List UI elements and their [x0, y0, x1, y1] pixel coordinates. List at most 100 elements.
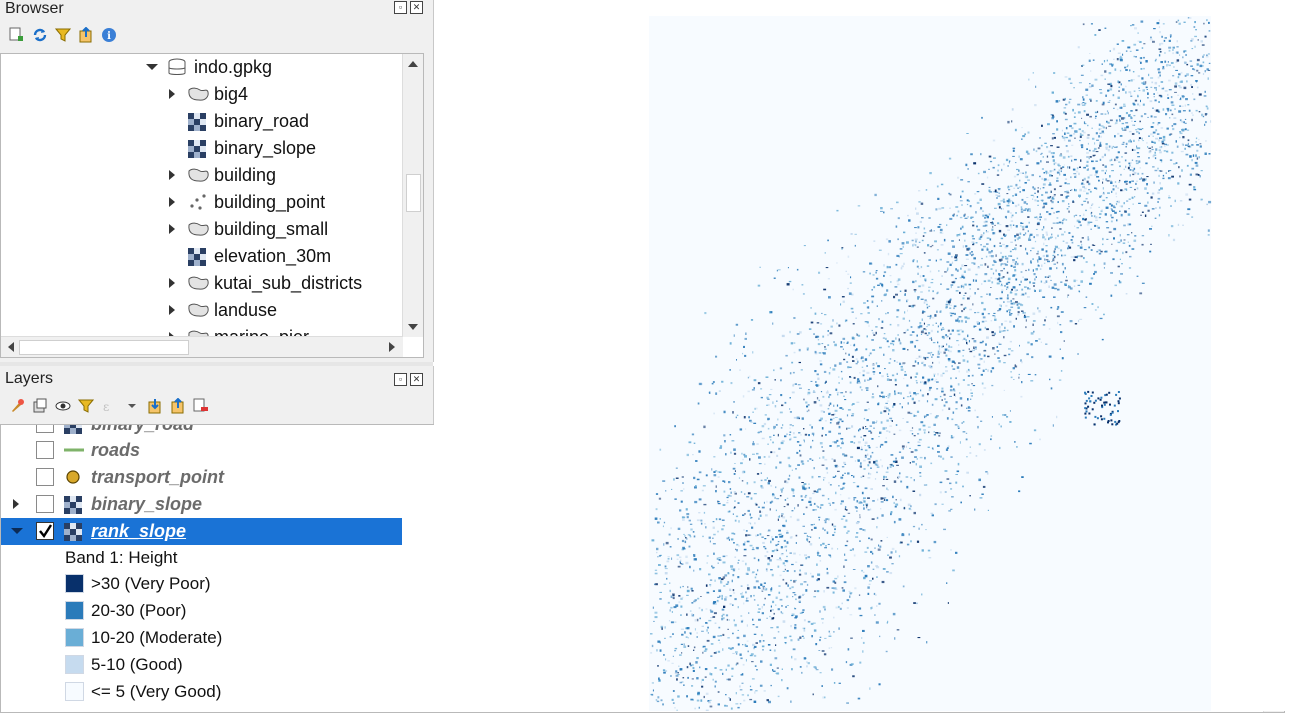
browser-item-label: indo.gpkg	[194, 57, 273, 77]
raster-layer-icon	[187, 247, 208, 266]
close-icon[interactable]: ✕	[410, 1, 423, 14]
polygon-layer-icon	[187, 85, 209, 104]
legend-class: 20-30 (Poor)	[65, 597, 186, 624]
collapse-all-icon[interactable]	[77, 26, 94, 43]
visibility-eye-icon[interactable]	[54, 397, 71, 414]
layer-visibility-checkbox[interactable]	[36, 441, 54, 459]
filter-icon[interactable]	[54, 26, 71, 43]
add-group-icon[interactable]	[31, 397, 48, 414]
raster-layer-icon	[63, 495, 84, 514]
browser-item-kutai-sub-districts[interactable]: kutai_sub_districts	[1, 270, 401, 297]
collapsed-arrow-icon[interactable]	[169, 197, 175, 207]
layer-visibility-checkbox[interactable]	[36, 468, 54, 486]
legend-class-label: 20-30 (Poor)	[91, 600, 187, 620]
map-canvas[interactable]	[434, 0, 1294, 712]
collapsed-arrow-icon[interactable]	[169, 224, 175, 234]
layer-row-binary-road[interactable]: binary_road	[1, 424, 402, 438]
browser-horizontal-scrollbar[interactable]	[1, 336, 403, 357]
browser-vertical-scrollbar[interactable]	[402, 54, 423, 337]
legend-band-label: Band 1: Height	[65, 547, 178, 567]
scroll-down-icon[interactable]	[408, 324, 418, 330]
rank-slope-raster	[649, 16, 1212, 712]
layer-row-rank-slope[interactable]: rank_slope	[1, 518, 402, 545]
expanded-arrow-icon[interactable]	[11, 528, 23, 534]
polygon-layer-icon	[187, 166, 209, 185]
polygon-layer-icon	[187, 274, 209, 293]
legend-class-label: 5-10 (Good)	[91, 654, 183, 674]
browser-item-binary-road[interactable]: binary_road	[1, 108, 401, 135]
browser-item-landuse[interactable]: landuse	[1, 297, 401, 324]
scroll-left-icon[interactable]	[8, 342, 14, 352]
refresh-icon[interactable]	[31, 26, 48, 43]
browser-item-building-point[interactable]: building_point	[1, 189, 401, 216]
undock-icon[interactable]: ▫	[394, 1, 407, 14]
scroll-thumb[interactable]	[406, 174, 421, 212]
browser-item-label: building	[214, 165, 277, 185]
style-brush-icon[interactable]	[8, 397, 25, 414]
line-layer-icon	[63, 441, 84, 460]
legend-class: >30 (Very Poor)	[65, 570, 211, 597]
scroll-up-icon[interactable]	[408, 61, 418, 67]
close-icon[interactable]: ✕	[410, 373, 423, 386]
legend-swatch	[65, 574, 84, 593]
collapsed-arrow-icon[interactable]	[169, 170, 175, 180]
undock-icon[interactable]: ▫	[394, 373, 407, 386]
legend-class-label: >30 (Very Poor)	[91, 573, 211, 593]
layer-visibility-checkbox[interactable]	[36, 495, 54, 513]
raster-layer-icon	[63, 522, 84, 541]
legend-class: 10-20 (Moderate)	[65, 624, 222, 651]
legend-class-label: 10-20 (Moderate)	[91, 627, 223, 647]
layer-row-binary-slope[interactable]: binary_slope	[1, 491, 402, 518]
scroll-thumb[interactable]	[19, 340, 189, 355]
scroll-right-icon[interactable]	[389, 342, 395, 352]
raster-layer-icon	[187, 139, 208, 158]
point-layer-icon	[187, 193, 208, 212]
expanded-arrow-icon[interactable]	[146, 64, 158, 70]
polygon-layer-icon	[187, 301, 209, 320]
browser-item-building-small[interactable]: building_small	[1, 216, 401, 243]
layer-visibility-checkbox[interactable]	[36, 522, 54, 540]
raster-extent	[649, 16, 1211, 711]
browser-toolbar: i	[8, 26, 117, 43]
browser-item-label: kutai_sub_districts	[214, 273, 363, 293]
collapsed-arrow-icon[interactable]	[13, 499, 19, 509]
browser-item-label: building_point	[214, 192, 326, 212]
layer-visibility-checkbox[interactable]	[36, 425, 54, 433]
browser-item-label: binary_road	[214, 111, 310, 131]
filter-legend-icon[interactable]	[77, 397, 94, 414]
layers-toolbar: ε	[8, 397, 209, 414]
svg-text:i: i	[107, 31, 111, 42]
browser-item-elevation-30m[interactable]: elevation_30m	[1, 243, 401, 270]
legend-swatch	[65, 682, 84, 701]
add-layer-icon[interactable]	[8, 26, 25, 43]
collapse-all-icon[interactable]	[169, 397, 186, 414]
browser-tree[interactable]: indo.gpkg big4 binary_road binary_slopebuil…	[0, 53, 424, 358]
dropdown-icon[interactable]	[123, 397, 140, 414]
browser-dock-buttons: ▫ ✕	[394, 1, 423, 14]
collapsed-arrow-icon[interactable]	[169, 278, 175, 288]
remove-layer-icon[interactable]	[192, 397, 209, 414]
svg-text:ε: ε	[103, 400, 109, 414]
raster-layer-icon	[187, 112, 208, 131]
browser-item-label: binary_slope	[214, 138, 317, 158]
layer-label: roads	[91, 440, 141, 460]
layers-dock-buttons: ▫ ✕	[394, 373, 423, 386]
layer-label: binary_road	[91, 424, 195, 434]
layer-row-transport-point[interactable]: transport_point	[1, 464, 402, 491]
legend-class-label: <= 5 (Very Good)	[91, 681, 222, 701]
expand-all-icon[interactable]	[146, 397, 163, 414]
browser-item-label: big4	[214, 84, 249, 104]
browser-item-big4[interactable]: big4	[1, 81, 401, 108]
collapsed-arrow-icon[interactable]	[169, 89, 175, 99]
browser-item-indo.gpkg[interactable]: indo.gpkg	[1, 54, 401, 81]
point-layer-icon	[63, 468, 84, 487]
geopackage-icon	[167, 58, 188, 77]
browser-item-binary-slope[interactable]: binary_slope	[1, 135, 401, 162]
info-icon[interactable]: i	[100, 26, 117, 43]
browser-item-label: landuse	[214, 300, 278, 320]
collapsed-arrow-icon[interactable]	[169, 305, 175, 315]
layer-label: rank_slope	[91, 521, 187, 541]
browser-item-building[interactable]: building	[1, 162, 401, 189]
layer-row-roads[interactable]: roads	[1, 437, 402, 464]
legend-class: 5-10 (Good)	[65, 651, 183, 678]
